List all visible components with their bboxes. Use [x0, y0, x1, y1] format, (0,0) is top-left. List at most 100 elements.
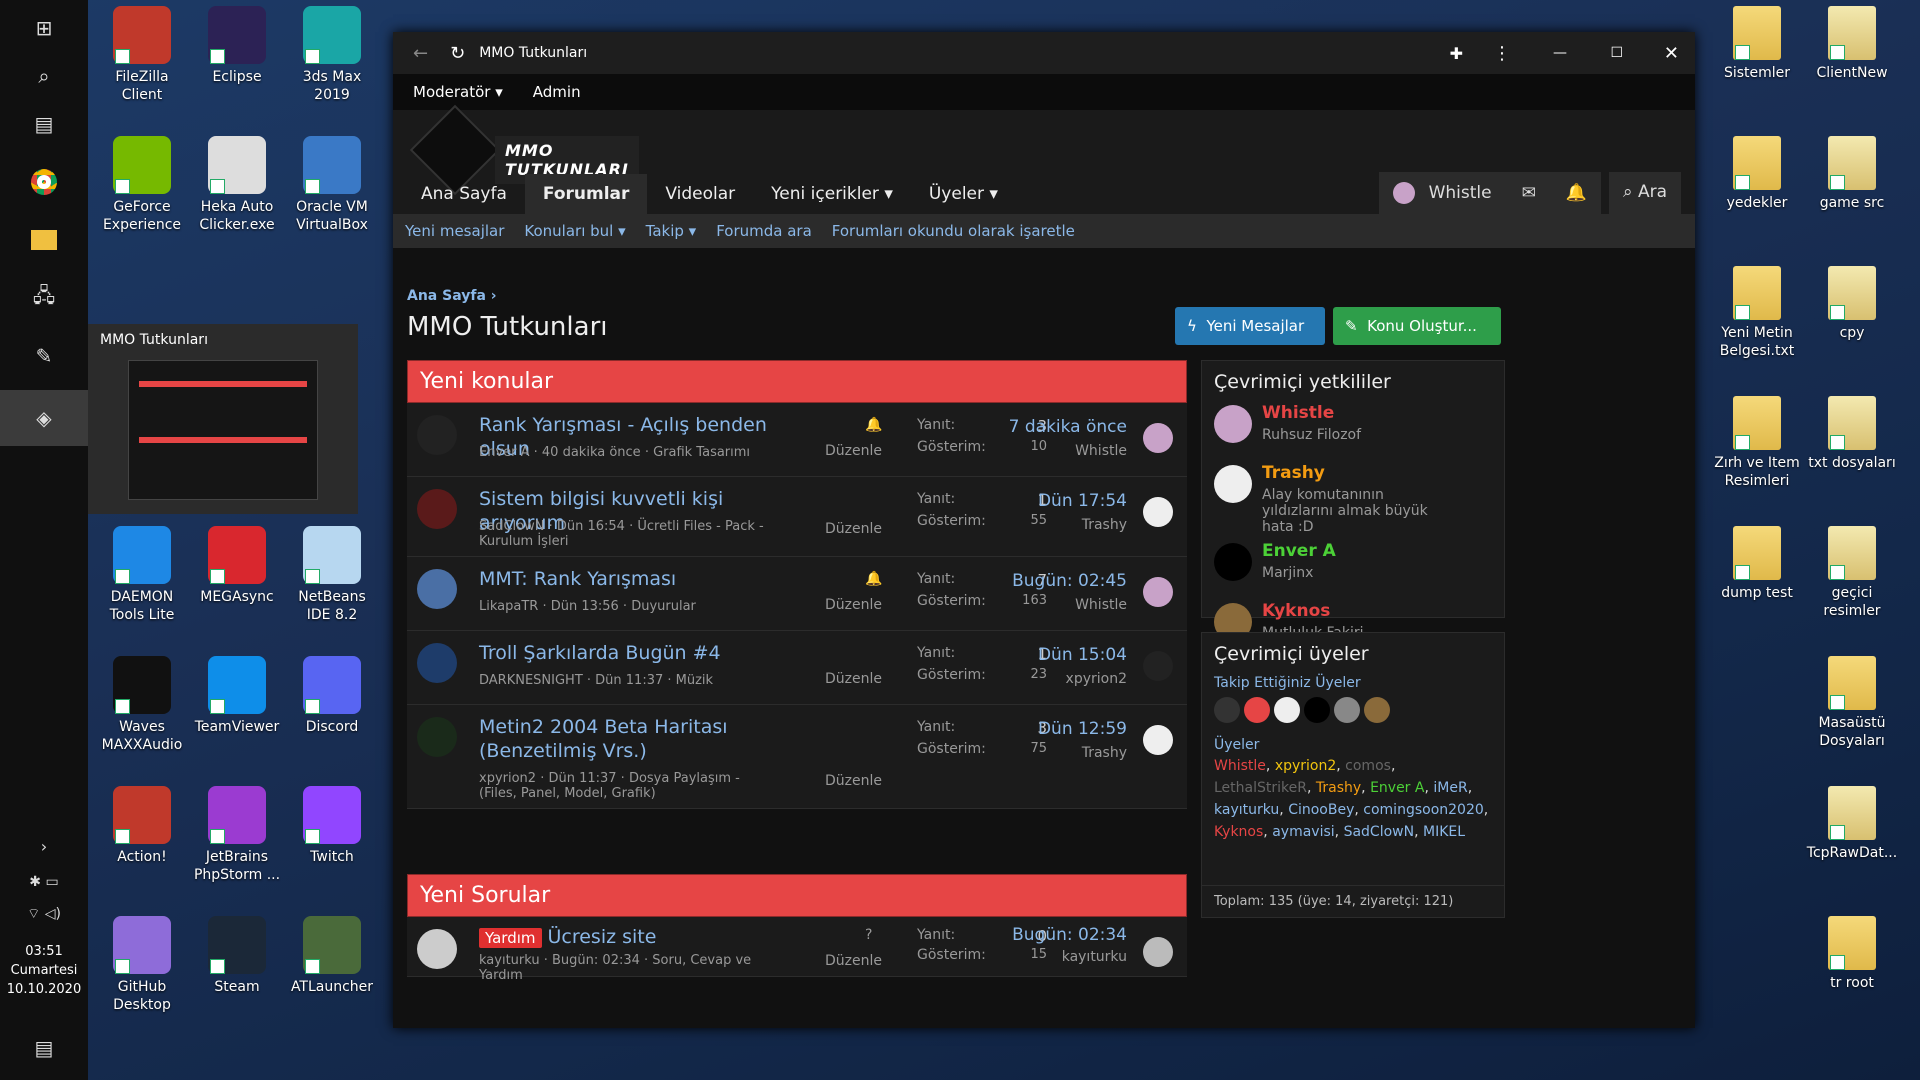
desktop-icon[interactable]: TcpRawDat...: [1805, 786, 1899, 862]
notifications-icon[interactable]: ▤: [0, 1020, 88, 1076]
breadcrumb-home[interactable]: Ana Sayfa: [407, 288, 486, 304]
last-poster[interactable]: xpyrion2: [1066, 671, 1127, 687]
avatar[interactable]: [1334, 697, 1360, 723]
menu-icon[interactable]: ⋮: [1493, 43, 1511, 64]
nav-tab[interactable]: Ana Sayfa: [403, 174, 525, 214]
nav-tab[interactable]: Üyeler ▾: [911, 174, 1016, 214]
moderator-menu[interactable]: Moderatör ▾: [413, 83, 503, 101]
staff-name[interactable]: Enver A: [1262, 541, 1336, 561]
chrome-icon[interactable]: [0, 154, 88, 210]
desktop-icon[interactable]: DAEMON Tools Lite: [95, 526, 189, 624]
member-link[interactable]: SadClowN: [1344, 824, 1415, 840]
search-button[interactable]: ⌕ Ara: [1609, 172, 1681, 214]
last-poster[interactable]: Trashy: [1082, 517, 1127, 533]
staff-member[interactable]: Whistle Ruhsuz Filozof: [1202, 403, 1504, 463]
thread-row[interactable]: MMT: Rank Yarışması LikapaTR · Dün 13:56 …: [407, 557, 1187, 631]
desktop-icon[interactable]: Twitch: [285, 786, 379, 866]
subnav-link[interactable]: Konuları bul ▾: [524, 222, 625, 240]
desktop-icon[interactable]: NetBeans IDE 8.2: [285, 526, 379, 624]
staff-name[interactable]: Whistle: [1262, 403, 1334, 423]
desktop-icon[interactable]: game src: [1805, 136, 1899, 212]
desktop-icon[interactable]: TeamViewer: [190, 656, 284, 736]
last-poster[interactable]: Whistle: [1075, 443, 1127, 459]
edit-link[interactable]: Düzenle: [825, 671, 882, 687]
desktop-icon[interactable]: Sistemler: [1710, 6, 1804, 82]
last-poster[interactable]: Whistle: [1075, 597, 1127, 613]
mmo-tutkunlari-taskbar-icon[interactable]: ◈: [0, 390, 88, 446]
desktop-icon[interactable]: yedekler: [1710, 136, 1804, 212]
thread-title[interactable]: MMT: Rank Yarışması: [479, 567, 799, 591]
avatar[interactable]: [1364, 697, 1390, 723]
member-link[interactable]: xpyrion2: [1275, 758, 1336, 774]
desktop-icon[interactable]: Action!: [95, 786, 189, 866]
back-icon[interactable]: ←: [413, 43, 428, 64]
clock[interactable]: 03:51 Cumartesi 10.10.2020: [0, 942, 88, 999]
desktop-icon[interactable]: Discord: [285, 656, 379, 736]
bell-icon[interactable]: 🔔: [865, 571, 882, 587]
desktop-icon[interactable]: GeForce Experience: [95, 136, 189, 234]
desktop-icon[interactable]: txt dosyaları: [1805, 396, 1899, 472]
member-link[interactable]: Enver A: [1370, 780, 1424, 796]
member-link[interactable]: iMeR: [1433, 780, 1467, 796]
bell-icon[interactable]: 🔔: [865, 417, 882, 433]
member-link[interactable]: LethalStrikeR: [1214, 780, 1307, 796]
username-link[interactable]: Whistle: [1429, 183, 1492, 203]
staff-member[interactable]: Trashy Alay komutanının yıldızlarını alma…: [1202, 463, 1504, 541]
last-post-time[interactable]: Dün 17:54: [1038, 491, 1127, 511]
avatar[interactable]: [1274, 697, 1300, 723]
avatar[interactable]: [1244, 697, 1270, 723]
staff-member[interactable]: Enver A Marjinx: [1202, 541, 1504, 601]
desktop-icon[interactable]: JetBrains PhpStorm ...: [190, 786, 284, 884]
last-post-time[interactable]: Bugün: 02:34: [1012, 925, 1127, 945]
thread-title[interactable]: Troll Şarkılarda Bugün #4: [479, 641, 799, 665]
avatar[interactable]: [1304, 697, 1330, 723]
thread-title[interactable]: Yardım Ücresiz site: [479, 925, 799, 950]
subnav-link[interactable]: Forumda ara: [716, 222, 812, 240]
edit-link[interactable]: Düzenle: [825, 443, 882, 459]
thread-row[interactable]: Rank Yarışması - Açılış benden olsun Enve…: [407, 403, 1187, 477]
edit-link[interactable]: Düzenle: [825, 953, 882, 969]
last-post-time[interactable]: Bugün: 02:45: [1012, 571, 1127, 591]
breadcrumb[interactable]: Ana Sayfa ›: [407, 288, 497, 304]
desktop-icon[interactable]: ATLauncher: [285, 916, 379, 996]
desktop-icon[interactable]: Waves MAXXAudio: [95, 656, 189, 754]
file-explorer-icon[interactable]: [0, 212, 88, 268]
close-button[interactable]: ✕: [1664, 43, 1679, 64]
thread-row[interactable]: Yardım Ücresiz site kayıturku · Bugün: 02…: [407, 917, 1187, 983]
nav-tab[interactable]: Videolar: [647, 174, 753, 214]
bell-icon[interactable]: 🔔: [1566, 183, 1587, 203]
edit-link[interactable]: Düzenle: [825, 597, 882, 613]
thread-row[interactable]: Sistem bilgisi kuvvetli kişi arıyorum Sad…: [407, 477, 1187, 557]
inbox-icon[interactable]: ✉: [1522, 183, 1536, 203]
new-posts-button[interactable]: ϟ Yeni Mesajlar: [1175, 307, 1325, 345]
thread-row[interactable]: Metin2 2004 Beta Haritası (Benzetilmiş V…: [407, 705, 1187, 809]
desktop-icon[interactable]: GitHub Desktop: [95, 916, 189, 1014]
last-post-time[interactable]: 7 dakika önce: [1009, 417, 1127, 437]
desktop-icon[interactable]: ClientNew: [1805, 6, 1899, 82]
maximize-button[interactable]: ☐: [1610, 45, 1623, 61]
network-app-icon[interactable]: 🖧: [0, 270, 88, 326]
nav-tab[interactable]: Forumlar: [524, 174, 648, 214]
avatar[interactable]: [1214, 697, 1240, 723]
extensions-icon[interactable]: ✚: [1450, 44, 1463, 63]
desktop-icon[interactable]: MEGAsync: [190, 526, 284, 606]
nav-tab[interactable]: Yeni içerikler ▾: [753, 174, 911, 214]
desktop-icon[interactable]: FileZilla Client: [95, 6, 189, 104]
last-post-time[interactable]: Dün 15:04: [1038, 645, 1127, 665]
volume-icon[interactable]: ⌔ ◁): [0, 894, 88, 934]
staff-name[interactable]: Kyknos: [1262, 601, 1330, 621]
desktop-icon[interactable]: Steam: [190, 916, 284, 996]
thread-title[interactable]: Metin2 2004 Beta Haritası (Benzetilmiş V…: [479, 715, 799, 763]
member-link[interactable]: CinooBey: [1288, 802, 1354, 818]
last-poster[interactable]: Trashy: [1082, 745, 1127, 761]
member-link[interactable]: Whistle: [1214, 758, 1266, 774]
admin-link[interactable]: Admin: [533, 83, 581, 101]
last-poster[interactable]: kayıturku: [1062, 949, 1127, 965]
site-logo[interactable]: MMO TUTKUNLARI: [409, 104, 639, 196]
edit-link[interactable]: Düzenle: [825, 521, 882, 537]
desktop-icon[interactable]: dump test: [1710, 526, 1804, 602]
desktop-icon[interactable]: cpy: [1805, 266, 1899, 342]
show-hidden-icons[interactable]: ›: [0, 826, 88, 866]
task-view-icon[interactable]: ▤: [0, 96, 88, 152]
member-link[interactable]: kayıturku: [1214, 802, 1279, 818]
